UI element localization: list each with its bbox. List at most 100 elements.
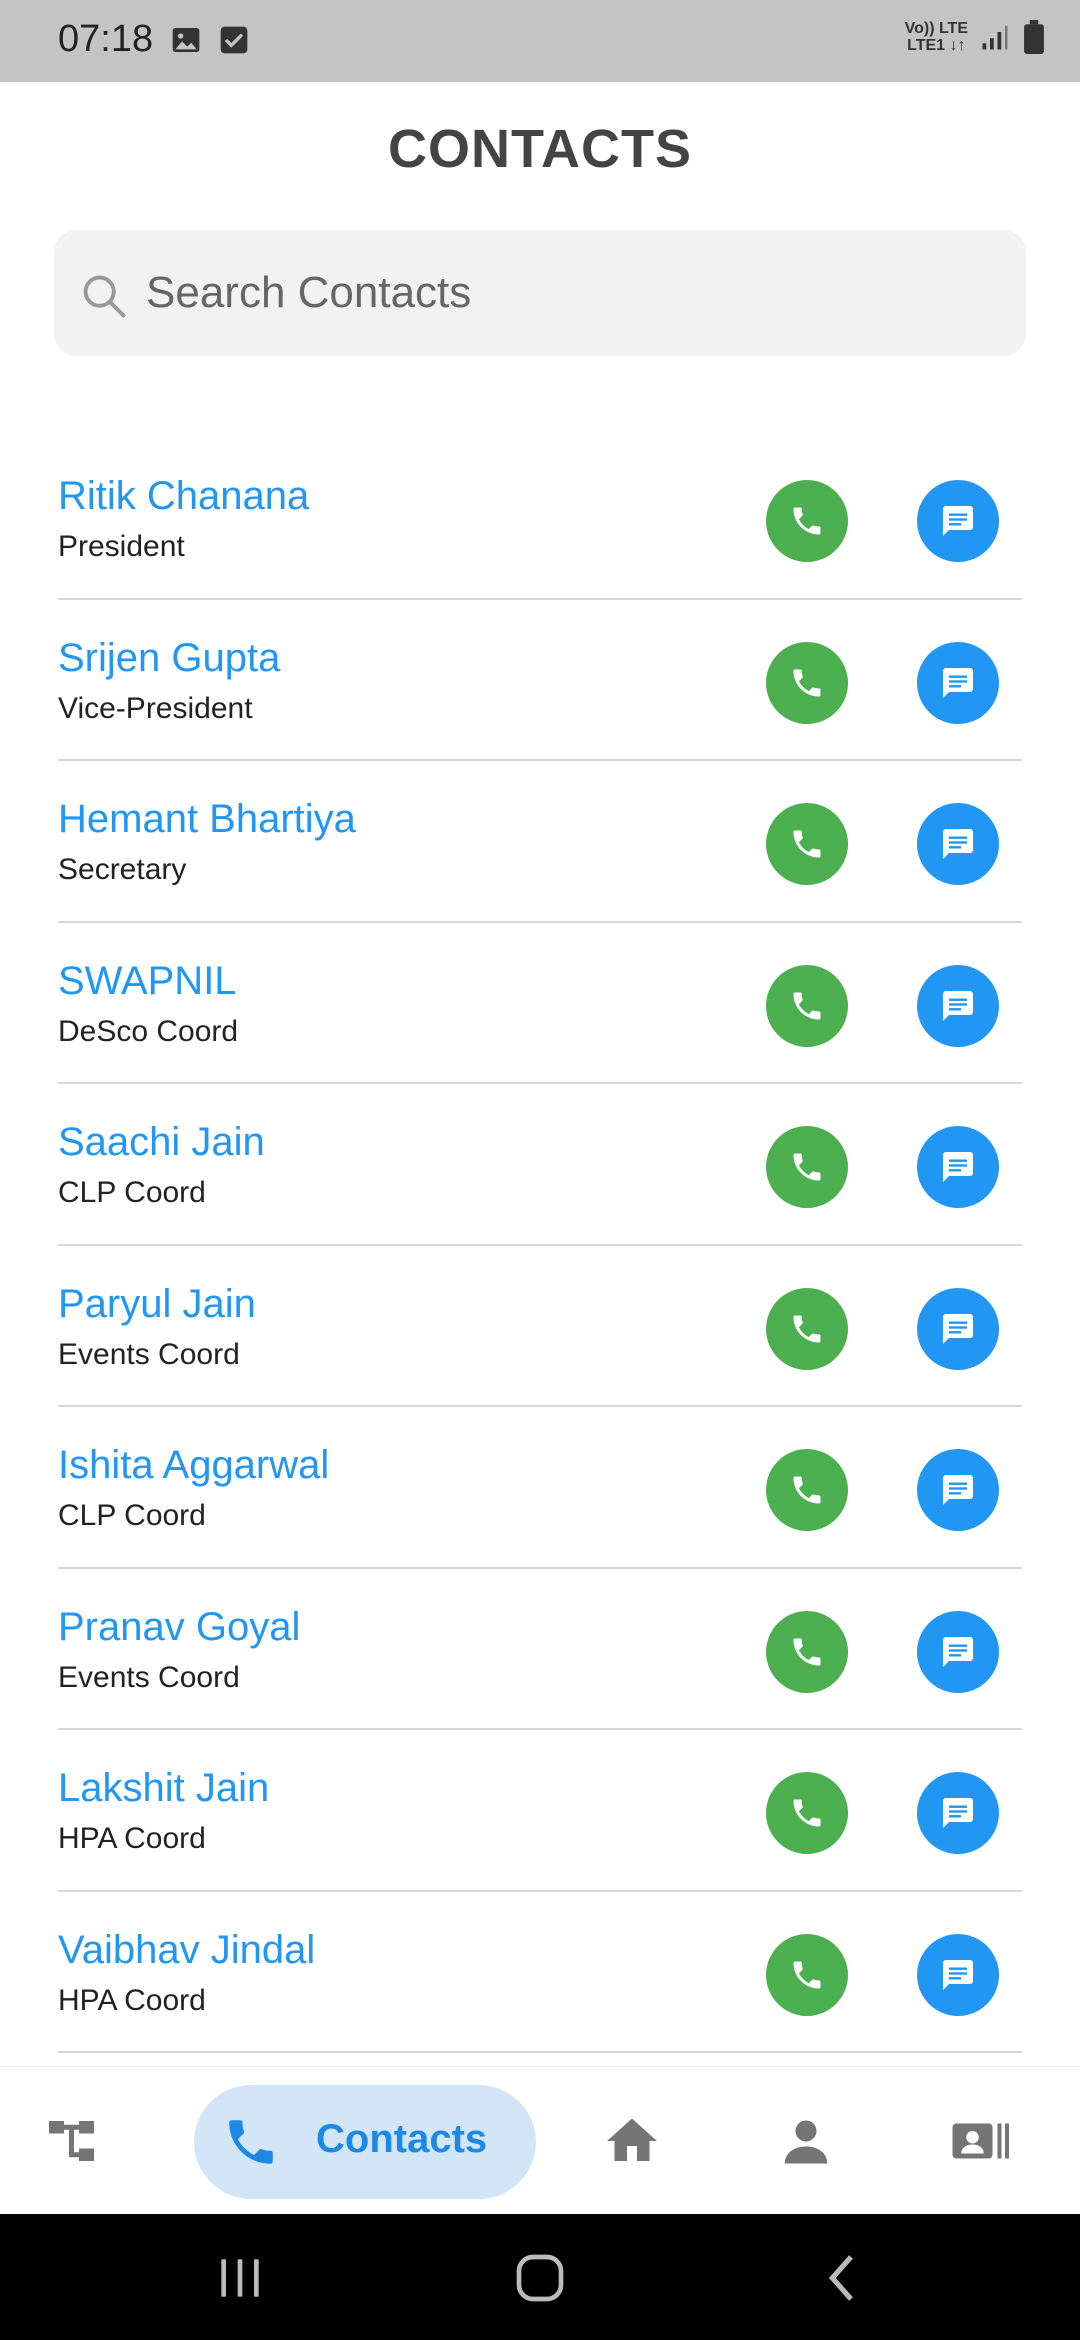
contact-name[interactable]: Ishita Aggarwal <box>58 1443 329 1488</box>
phone-icon <box>229 2120 273 2164</box>
contact-role: CLP Coord <box>58 1499 206 1532</box>
message-icon <box>943 506 973 536</box>
message-icon <box>943 1636 973 1667</box>
recent-apps-icon[interactable] <box>212 2250 268 2306</box>
message-icon <box>943 1475 973 1505</box>
signal-icon <box>982 25 1008 50</box>
call-button[interactable] <box>766 1287 848 1370</box>
list-item: Lakshit Jain HPA Coord <box>58 1730 1022 1892</box>
back-icon[interactable] <box>816 2250 872 2306</box>
phone-icon <box>793 830 821 858</box>
call-button[interactable] <box>766 1126 848 1208</box>
contact-role: Vice-President <box>58 691 253 725</box>
contact-name[interactable]: Saachi Jain <box>58 1120 265 1165</box>
contact-name[interactable]: SWAPNIL <box>58 959 237 1004</box>
contact-name[interactable]: Lakshit Jain <box>58 1766 269 1811</box>
list-item: Hemant Bhartiya Secretary <box>58 761 1022 923</box>
nav-item-contacts[interactable]: Contacts <box>194 2085 536 2199</box>
list-item: Srijen Gupta Vice-President <box>58 600 1022 761</box>
contact-role: Secretary <box>58 853 187 886</box>
contact-role: DeSco Coord <box>58 1014 239 1048</box>
message-button[interactable] <box>917 803 999 885</box>
network-line-2: LTE1 ↓↑ <box>907 37 966 54</box>
list-item: Vaibhav Jindal HPA Coord <box>58 1892 1022 2053</box>
contact-role: CLP Coord <box>58 1176 206 1209</box>
contact-name[interactable]: Paryul Jain <box>58 1282 256 1327</box>
contact-list: Ritik Chanana President Srijen Gupta Vic… <box>58 438 1022 2053</box>
message-button[interactable] <box>917 1287 999 1370</box>
contact-role: Events Coord <box>58 1337 240 1371</box>
list-item: Pranav Goyal Events Coord <box>58 1569 1022 1730</box>
phone-icon <box>793 1315 821 1342</box>
call-button[interactable] <box>766 1610 848 1693</box>
contact-name[interactable]: Pranav Goyal <box>58 1605 300 1650</box>
message-button[interactable] <box>917 1610 999 1693</box>
phone-icon <box>793 1638 821 1665</box>
message-icon <box>943 829 973 859</box>
search-input[interactable] <box>146 258 986 328</box>
list-item: Paryul Jain Events Coord <box>58 1246 1022 1407</box>
contact-name[interactable]: Srijen Gupta <box>58 636 280 681</box>
person-icon <box>784 2120 828 2164</box>
status-time: 07:18 <box>58 18 154 60</box>
contact-name[interactable]: Hemant Bhartiya <box>58 797 356 842</box>
list-item: SWAPNIL DeSco Coord <box>58 923 1022 1084</box>
nav-item-home[interactable] <box>598 2107 666 2175</box>
list-item: Ritik Chanana President <box>58 438 1022 600</box>
status-right: Vo)) LTE LTE1 ↓↑ <box>905 20 1046 54</box>
message-icon <box>943 667 973 698</box>
home-button-icon[interactable] <box>512 2250 568 2306</box>
system-navigation-bar <box>0 2214 1080 2340</box>
nav-contacts-label: Contacts <box>316 2117 488 2161</box>
call-button[interactable] <box>766 803 848 885</box>
contact-name[interactable]: Ritik Chanana <box>58 474 309 519</box>
bottom-navigation: Contacts <box>0 2066 1080 2214</box>
message-icon <box>943 1959 973 1990</box>
message-button[interactable] <box>917 1449 999 1531</box>
message-icon <box>943 1313 973 1344</box>
nav-item-hierarchy[interactable] <box>40 2107 108 2175</box>
message-button[interactable] <box>917 964 999 1047</box>
hierarchy-icon <box>49 2121 94 2161</box>
search-icon <box>83 275 126 318</box>
message-icon <box>943 1798 973 1828</box>
call-button[interactable] <box>766 1933 848 2016</box>
call-button[interactable] <box>766 641 848 724</box>
phone-icon <box>793 1799 821 1827</box>
message-button[interactable] <box>917 1772 999 1854</box>
phone-icon <box>793 669 821 696</box>
call-button[interactable] <box>766 1772 848 1854</box>
home-icon <box>607 2118 657 2161</box>
checkbox-icon <box>220 26 248 54</box>
message-button[interactable] <box>917 1126 999 1208</box>
list-item: Ishita Aggarwal CLP Coord <box>58 1407 1022 1569</box>
search-bar[interactable] <box>54 230 1026 356</box>
contact-card-icon <box>952 2123 1009 2159</box>
call-button[interactable] <box>766 480 848 562</box>
nav-item-profile[interactable] <box>772 2107 840 2175</box>
call-button[interactable] <box>766 964 848 1047</box>
message-button[interactable] <box>917 480 999 562</box>
message-button[interactable] <box>917 641 999 724</box>
message-icon <box>943 990 973 1021</box>
contact-name[interactable]: Vaibhav Jindal <box>58 1928 315 1973</box>
page-title: CONTACTS <box>388 119 692 179</box>
message-button[interactable] <box>917 1933 999 2016</box>
network-line-1: Vo)) LTE <box>904 20 968 37</box>
notification-icons <box>170 24 250 56</box>
battery-icon <box>1024 20 1044 54</box>
phone-icon <box>793 1476 821 1504</box>
contact-role: HPA Coord <box>58 1983 206 2017</box>
phone-icon <box>793 507 821 535</box>
phone-icon <box>793 1961 821 1988</box>
contact-role: President <box>58 530 185 563</box>
image-icon <box>172 28 200 52</box>
call-button[interactable] <box>766 1449 848 1531</box>
nav-item-directory[interactable] <box>946 2107 1014 2175</box>
network-indicator: Vo)) LTE LTE1 ↓↑ <box>905 20 968 54</box>
phone-icon <box>793 992 821 1019</box>
status-bar: 07:18 Vo)) LTE LTE1 ↓↑ <box>0 0 1080 82</box>
phone-icon <box>793 1153 821 1181</box>
contact-role: HPA Coord <box>58 1822 206 1855</box>
message-icon <box>943 1152 973 1182</box>
